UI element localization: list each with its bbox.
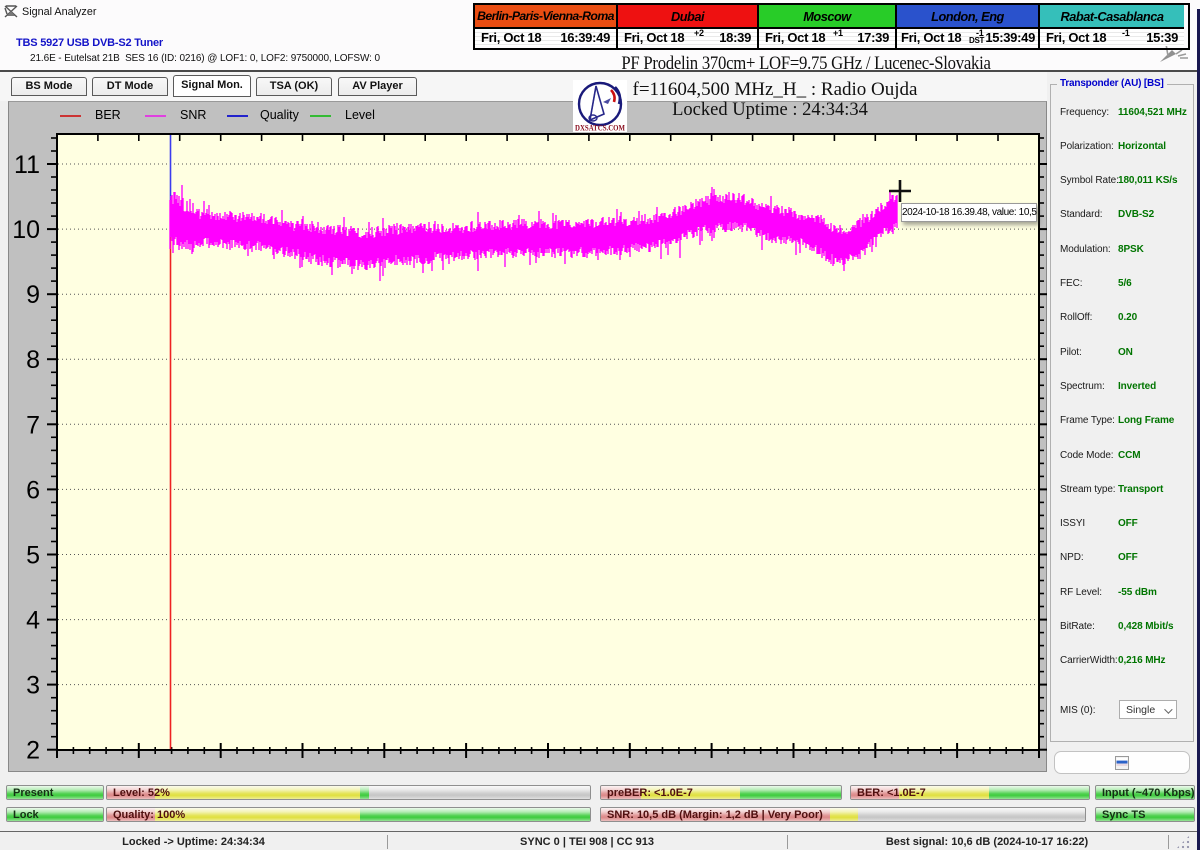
svg-text:10: 10 xyxy=(12,216,40,244)
svg-text:4: 4 xyxy=(26,607,40,635)
svg-text:2: 2 xyxy=(26,737,40,765)
svg-text:5: 5 xyxy=(26,542,40,570)
svg-text:DXSATCS.COM: DXSATCS.COM xyxy=(575,124,625,133)
svg-text:3: 3 xyxy=(26,672,40,700)
svg-text:9: 9 xyxy=(26,281,40,309)
svg-text:6: 6 xyxy=(26,476,40,504)
svg-text:7: 7 xyxy=(26,411,40,439)
svg-text:8: 8 xyxy=(26,346,40,374)
svg-text:11: 11 xyxy=(14,151,40,179)
